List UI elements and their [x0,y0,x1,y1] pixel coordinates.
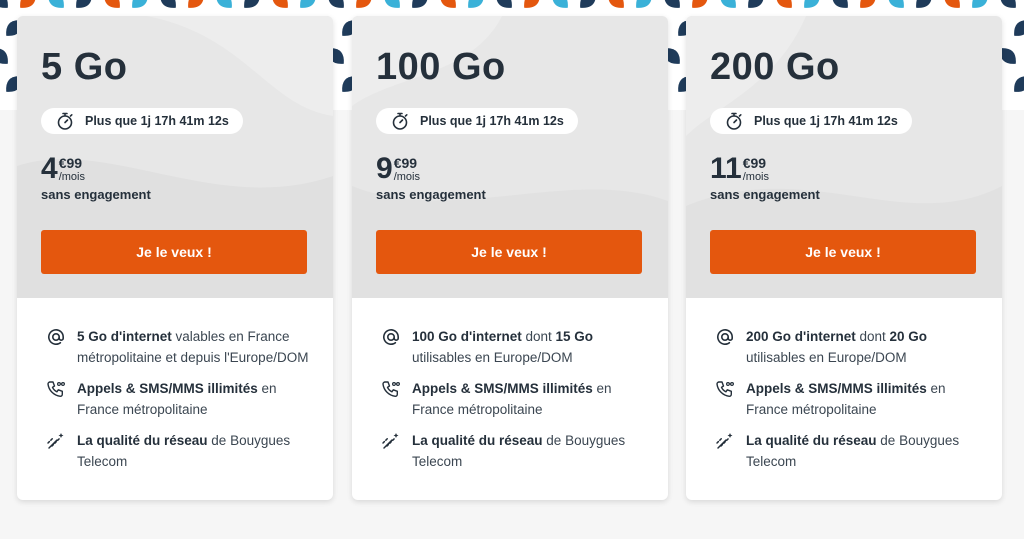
subscribe-button[interactable]: Je le veux ! [41,230,307,274]
feature-item-data: 100 Go d'internet dont 15 Go utilisables… [380,326,648,368]
feature-bold: Appels & SMS/MMS illimités [77,381,258,396]
stopwatch-icon [55,111,75,131]
countdown-badge: Plus que 1j 17h 41m 12s [41,108,243,134]
feature-item-data: 200 Go d'internet dont 20 Go utilisables… [714,326,982,368]
feature-desc-2: utilisables en Europe/DOM [412,350,573,365]
feature-bold: La qualité du réseau [412,433,543,448]
offer-card-header: 5 Go Plus que 1j 17h 41m 12s 4 €99 /mois… [17,16,333,298]
feature-bold: 200 Go d'internet [746,329,856,344]
feature-desc: dont [521,329,556,344]
at-icon [714,326,736,348]
feature-item-data: 5 Go d'internet valables en France métro… [45,326,313,368]
feature-item-network: La qualité du réseau de Bouygues Telecom [380,430,648,472]
offers-section: 5 Go Plus que 1j 17h 41m 12s 4 €99 /mois… [0,0,1024,539]
subscribe-button[interactable]: Je le veux ! [376,230,642,274]
phone-icon [380,378,402,400]
price-integer: 11 [710,152,742,185]
countdown-text: Plus que 1j 17h 41m 12s [85,114,229,128]
feature-item-calls: Appels & SMS/MMS illimités en France mét… [714,378,982,420]
price: 4 €99 /mois [41,154,85,184]
offer-card-header: 100 Go Plus que 1j 17h 41m 12s 9 €99 /mo… [352,16,668,298]
commitment-text: sans engagement [41,187,151,202]
feature-item-network: La qualité du réseau de Bouygues Telecom [714,430,982,472]
subscribe-button[interactable]: Je le veux ! [710,230,976,274]
price-unit: /mois [58,171,85,183]
phone-icon [45,378,67,400]
at-icon [380,326,402,348]
phone-icon [714,378,736,400]
feature-item-calls: Appels & SMS/MMS illimités en France mét… [45,378,313,420]
price: 11 €99 /mois [710,154,769,184]
feature-bold: 5 Go d'internet [77,329,172,344]
plan-name: 100 Go [376,46,506,88]
commitment-text: sans engagement [710,187,820,202]
price-decimal: €99 [393,155,418,171]
price-decimal: €99 [742,155,767,171]
feature-bold-2: 20 Go [889,329,928,344]
price-integer: 9 [376,152,393,185]
network-icon [380,430,402,452]
at-icon [45,326,67,348]
price-decimal: €99 [58,155,83,171]
feature-desc-2: utilisables en Europe/DOM [746,350,907,365]
feature-desc: dont [855,329,890,344]
stopwatch-icon [724,111,744,131]
feature-list: 100 Go d'internet dont 15 Go utilisables… [352,298,668,500]
feature-bold: 100 Go d'internet [412,329,522,344]
commitment-text: sans engagement [376,187,486,202]
price-integer: 4 [41,152,58,185]
feature-item-calls: Appels & SMS/MMS illimités en France mét… [380,378,648,420]
network-icon [714,430,736,452]
feature-bold: Appels & SMS/MMS illimités [412,381,593,396]
feature-bold: La qualité du réseau [746,433,877,448]
offer-card-200go: 200 Go Plus que 1j 17h 41m 12s 11 €99 /m… [686,16,1002,500]
feature-list: 200 Go d'internet dont 20 Go utilisables… [686,298,1002,500]
plan-name: 5 Go [41,46,128,88]
stopwatch-icon [390,111,410,131]
feature-bold: Appels & SMS/MMS illimités [746,381,927,396]
countdown-badge: Plus que 1j 17h 41m 12s [710,108,912,134]
price-unit: /mois [742,171,769,183]
countdown-badge: Plus que 1j 17h 41m 12s [376,108,578,134]
price-unit: /mois [393,171,420,183]
feature-list: 5 Go d'internet valables en France métro… [17,298,333,500]
plan-name: 200 Go [710,46,840,88]
price: 9 €99 /mois [376,154,420,184]
feature-item-network: La qualité du réseau de Bouygues Telecom [45,430,313,472]
network-icon [45,430,67,452]
offer-card-5go: 5 Go Plus que 1j 17h 41m 12s 4 €99 /mois… [17,16,333,500]
feature-bold-2: 15 Go [555,329,594,344]
offer-card-header: 200 Go Plus que 1j 17h 41m 12s 11 €99 /m… [686,16,1002,298]
countdown-text: Plus que 1j 17h 41m 12s [754,114,898,128]
countdown-text: Plus que 1j 17h 41m 12s [420,114,564,128]
feature-bold: La qualité du réseau [77,433,208,448]
offer-card-100go: 100 Go Plus que 1j 17h 41m 12s 9 €99 /mo… [352,16,668,500]
